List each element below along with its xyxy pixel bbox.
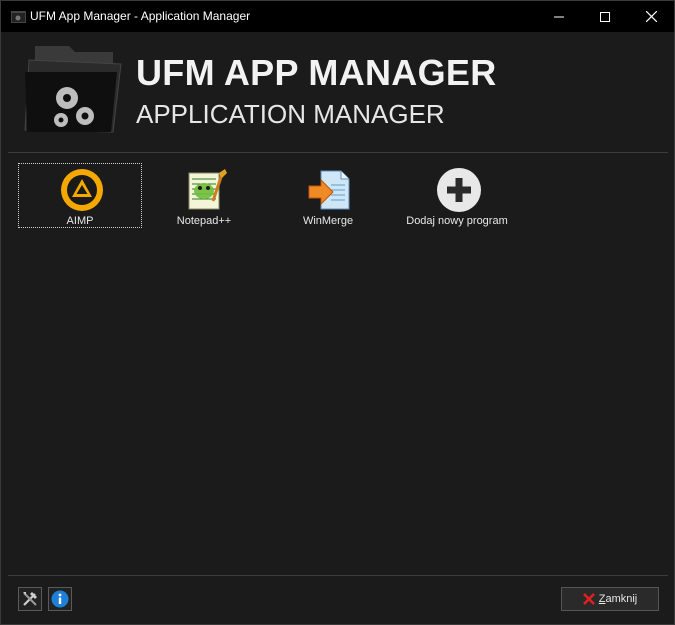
maximize-button[interactable] (582, 1, 628, 32)
app-label: Dodaj nowy program (406, 215, 508, 227)
header-title: UFM APP MANAGER (136, 52, 497, 93)
app-item-notepadpp[interactable]: Notepad++ (142, 163, 266, 228)
close-icon (645, 11, 657, 22)
folder-gears-icon (24, 46, 122, 133)
app-window: UFM App Manager - Application Manager UF… (0, 0, 675, 625)
close-window-button[interactable] (628, 1, 674, 32)
close-red-x-icon (582, 593, 595, 605)
maximize-icon (600, 11, 610, 22)
tools-icon (23, 592, 37, 606)
header-subtitle: APPLICATION MANAGER (136, 99, 445, 129)
title-bar[interactable]: UFM App Manager - Application Manager (1, 1, 674, 32)
add-program-button[interactable]: Dodaj nowy program (395, 163, 519, 228)
footer-bar: Zamknij (1, 576, 674, 624)
app-item-aimp[interactable]: AIMP (18, 163, 142, 228)
close-button[interactable]: Zamknij (561, 587, 659, 611)
settings-tools-button[interactable] (18, 587, 42, 611)
aimp-icon (61, 169, 103, 211)
window-title: UFM App Manager - Application Manager (30, 9, 251, 23)
winmerge-icon (308, 170, 350, 210)
add-icon (437, 168, 481, 212)
info-icon (51, 590, 69, 608)
notepadpp-icon (188, 169, 227, 210)
apps-panel: AIMP Notepad++ WinMerge Dodaj nowy progr… (8, 152, 668, 576)
close-button-label: Zamknij (598, 593, 638, 605)
info-button[interactable] (48, 587, 72, 611)
minimize-button[interactable] (536, 1, 582, 32)
app-item-winmerge[interactable]: WinMerge (266, 163, 390, 228)
header-banner: UFM APP MANAGER APPLICATION MANAGER (1, 32, 674, 151)
app-icon (11, 11, 26, 23)
app-label: Notepad++ (176, 215, 232, 227)
app-label: WinMerge (302, 215, 354, 227)
minimize-icon (554, 16, 564, 17)
app-label: AIMP (66, 215, 94, 227)
